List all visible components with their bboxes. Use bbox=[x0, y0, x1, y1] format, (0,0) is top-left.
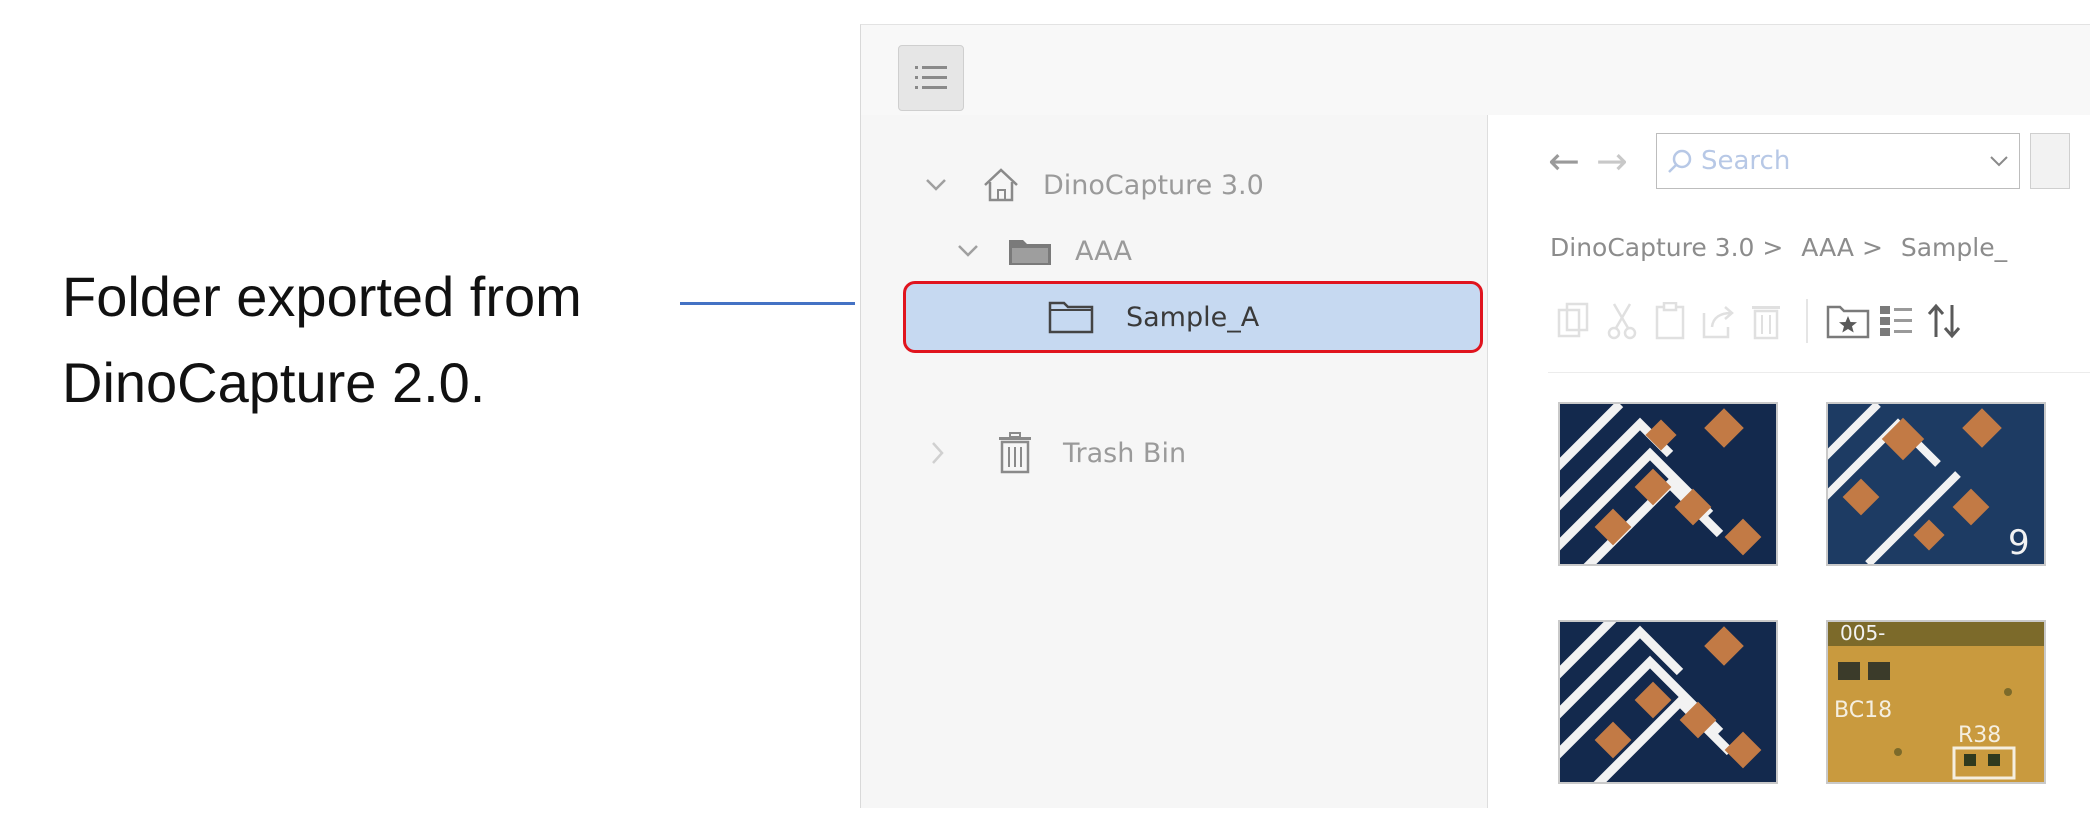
file-toolbar bbox=[1550, 293, 1968, 349]
tree-item-dinocapture[interactable]: DinoCapture 3.0 bbox=[921, 157, 1264, 213]
search-input[interactable] bbox=[1701, 146, 1979, 176]
chevron-down-icon[interactable] bbox=[953, 236, 983, 266]
folder-outline-icon bbox=[1046, 300, 1096, 334]
toolbar-divider bbox=[1806, 299, 1808, 343]
content-panel: ← → DinoCapture 3.0 > AAA > Sample_ bbox=[1488, 115, 2090, 808]
breadcrumb-item-root[interactable]: DinoCapture 3.0 > bbox=[1550, 233, 1783, 262]
copy-icon[interactable] bbox=[1550, 297, 1598, 345]
thumbnail-label: 005- bbox=[1840, 622, 1885, 645]
tree-item-trash-bin[interactable]: Trash Bin bbox=[923, 425, 1186, 481]
chevron-right-icon[interactable] bbox=[923, 438, 953, 468]
tree-item-label: Trash Bin bbox=[1063, 437, 1187, 469]
thumbnail-label: BC18 bbox=[1834, 698, 1892, 723]
list-view-icon[interactable] bbox=[1872, 297, 1920, 345]
breadcrumb-item-sample[interactable]: Sample_ bbox=[1901, 233, 2007, 262]
annotation-line-2: DinoCapture 2.0. bbox=[62, 351, 486, 414]
thumbnail-label: 9 bbox=[2008, 523, 2030, 563]
menu-button[interactable] bbox=[898, 45, 964, 111]
toolbar-bottom-border bbox=[1548, 372, 2090, 373]
thumbnail-image-2[interactable]: 9 bbox=[1826, 402, 2046, 566]
trash-icon bbox=[995, 432, 1035, 474]
sort-icon[interactable] bbox=[1920, 297, 1968, 345]
paste-icon[interactable] bbox=[1646, 297, 1694, 345]
search-icon bbox=[1668, 149, 1692, 173]
thumbnail-image-1[interactable] bbox=[1558, 402, 1778, 566]
tree-item-label: AAA bbox=[1075, 235, 1132, 267]
list-menu-icon bbox=[915, 66, 947, 89]
thumbnail-image-3[interactable] bbox=[1558, 620, 1778, 784]
tree-item-aaa[interactable]: AAA bbox=[953, 223, 1132, 279]
back-arrow-icon[interactable]: ← bbox=[1548, 139, 1596, 183]
chevron-down-icon[interactable] bbox=[921, 170, 951, 200]
new-folder-star-icon[interactable] bbox=[1824, 297, 1872, 345]
top-bar bbox=[861, 25, 2090, 115]
tree-item-label: Sample_A bbox=[1126, 301, 1260, 333]
breadcrumb-item-aaa[interactable]: AAA > bbox=[1801, 233, 1883, 262]
folder-filled-icon bbox=[1005, 235, 1055, 267]
chevron-down-icon[interactable] bbox=[1979, 155, 2019, 167]
share-icon[interactable] bbox=[1694, 297, 1742, 345]
search-box[interactable] bbox=[1656, 133, 2020, 189]
annotation-text: Folder exported from DinoCapture 2.0. bbox=[62, 254, 582, 426]
thumbnail-label: R38 bbox=[1958, 723, 2001, 748]
delete-icon[interactable] bbox=[1742, 297, 1790, 345]
annotation-line-1: Folder exported from bbox=[62, 265, 582, 328]
folder-tree-sidebar: DinoCapture 3.0 AAA Sample_A Trash Bin bbox=[861, 115, 1488, 808]
breadcrumb: DinoCapture 3.0 > AAA > Sample_ bbox=[1550, 233, 2017, 262]
navigation-bar: ← → bbox=[1548, 131, 2070, 191]
search-options-button[interactable] bbox=[2030, 133, 2070, 189]
home-icon bbox=[979, 166, 1023, 204]
app-window: DinoCapture 3.0 AAA Sample_A Trash Bin ←… bbox=[860, 24, 2090, 808]
thumbnail-image-4[interactable]: 005- BC18 R38 bbox=[1826, 620, 2046, 784]
forward-arrow-icon[interactable]: → bbox=[1596, 139, 1644, 183]
cut-icon[interactable] bbox=[1598, 297, 1646, 345]
tree-item-sample-a-selected[interactable]: Sample_A bbox=[903, 281, 1483, 353]
tree-item-label: DinoCapture 3.0 bbox=[1043, 169, 1264, 201]
callout-connector-line bbox=[680, 302, 855, 305]
